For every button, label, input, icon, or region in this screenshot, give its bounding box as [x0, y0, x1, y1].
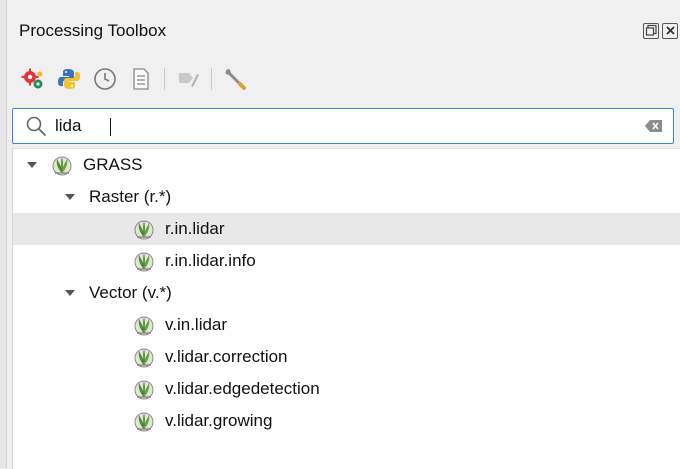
tree-node-label: GRASS — [83, 155, 143, 174]
grass-icon — [51, 154, 73, 176]
collapse-arrow-icon[interactable] — [65, 194, 75, 200]
float-icon — [645, 24, 657, 36]
grass-icon — [133, 218, 155, 240]
gears-icon — [21, 68, 43, 89]
panel-title: Processing Toolbox — [19, 21, 167, 40]
clear-text-icon[interactable] — [645, 119, 663, 133]
tree-item-label: r.in.lidar — [165, 219, 225, 238]
tree-item-label: v.lidar.edgedetection — [165, 379, 320, 398]
tree-node-vector-group[interactable]: Vector (v.*) — [13, 277, 680, 309]
tree-item-label: v.lidar.growing — [165, 411, 273, 430]
close-panel-button[interactable] — [662, 23, 678, 39]
collapse-arrow-icon[interactable] — [27, 162, 37, 168]
toolbox-toolbar — [20, 62, 248, 96]
results-viewer-button[interactable] — [128, 66, 154, 92]
search-box[interactable] — [12, 108, 674, 144]
tree-node-raster-group[interactable]: Raster (r.*) — [13, 181, 680, 213]
tree-item-r-in-lidar-info[interactable]: r.in.lidar.info — [13, 245, 680, 277]
grass-icon — [133, 314, 155, 336]
python-icon — [58, 69, 80, 89]
tree-item-v-lidar-edgedetection[interactable]: v.lidar.edgedetection — [13, 373, 680, 405]
processing-toolbox-panel: Processing Toolbox lida GRASS Raster (r.… — [0, 0, 680, 469]
float-panel-button[interactable] — [643, 23, 659, 39]
tree-item-label: v.in.lidar — [165, 315, 228, 334]
tree-node-label: Vector (v.*) — [89, 283, 172, 302]
toolbar-separator — [211, 68, 212, 90]
models-button[interactable] — [20, 66, 46, 92]
tree-item-v-in-lidar[interactable]: v.in.lidar — [13, 309, 680, 341]
text-cursor — [110, 118, 111, 136]
python-script-button[interactable] — [56, 66, 82, 92]
grass-icon — [133, 378, 155, 400]
grass-icon — [133, 250, 155, 272]
collapse-arrow-icon[interactable] — [65, 290, 75, 296]
grass-icon — [133, 346, 155, 368]
grass-icon — [133, 410, 155, 432]
search-input[interactable] — [55, 113, 615, 139]
options-wrench-icon — [225, 69, 246, 90]
panel-titlebar: Processing Toolbox — [6, 0, 680, 58]
tree-node-grass[interactable]: GRASS — [13, 149, 680, 181]
toolbar-separator — [164, 68, 165, 90]
history-icon — [94, 68, 116, 90]
tree-item-label: r.in.lidar.info — [165, 251, 256, 270]
edit-features-icon — [179, 73, 199, 87]
history-button[interactable] — [92, 66, 118, 92]
title-buttons — [643, 23, 678, 39]
tree-item-r-in-lidar[interactable]: r.in.lidar — [13, 213, 680, 245]
tree-item-v-lidar-growing[interactable]: v.lidar.growing — [13, 405, 680, 437]
tree-item-label: v.lidar.correction — [165, 347, 288, 366]
close-icon — [665, 26, 675, 35]
search-icon — [26, 116, 46, 136]
dock-edge — [0, 0, 7, 468]
tree-node-label: Raster (r.*) — [89, 187, 172, 206]
algorithm-tree: GRASS Raster (r.*) r.in.lidar r.in.lidar… — [12, 148, 680, 469]
results-icon — [133, 68, 149, 90]
tree-item-v-lidar-correction[interactable]: v.lidar.correction — [13, 341, 680, 373]
edit-features-in-place-button[interactable] — [175, 66, 201, 92]
options-button[interactable] — [222, 66, 248, 92]
